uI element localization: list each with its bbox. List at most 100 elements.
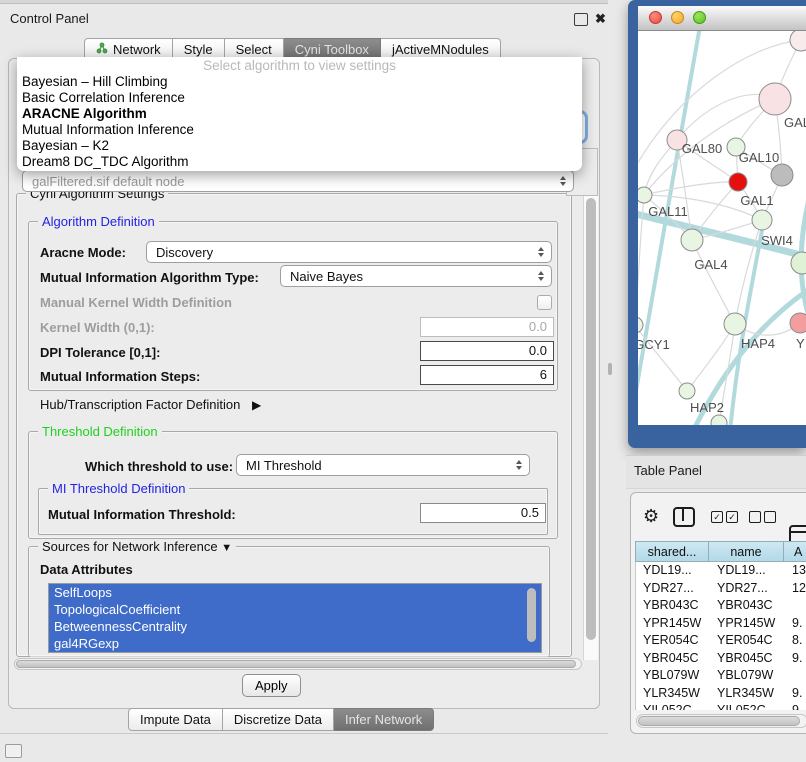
node-bottom[interactable] (711, 415, 727, 425)
table-row[interactable]: YPR145WYPR145W9. (636, 615, 806, 633)
column-header-partial[interactable]: A (784, 541, 806, 562)
node-gal1[interactable] (752, 210, 772, 230)
column-header-shared[interactable]: shared... (635, 541, 709, 562)
table-row[interactable]: YDR27...YDR27...12 (636, 580, 806, 598)
network-canvas[interactable]: GAL GAL80 GAL10 GAL1 GAL11 SWI4 GAL4 GCY… (638, 31, 806, 425)
settings-horizontal-scrollbar-thumb[interactable] (16, 660, 576, 668)
node-hap4[interactable] (724, 313, 746, 335)
deselect-all-checkboxes-icon[interactable] (749, 511, 776, 523)
mi-algorithm-type-combo[interactable]: Naive Bayes (280, 265, 552, 287)
tab-infer-network[interactable]: Infer Network (334, 708, 434, 731)
bottom-tabbar: Impute Data Discretize Data Infer Networ… (128, 708, 434, 731)
node-y-cut[interactable] (790, 313, 806, 333)
algorithm-dropdown-popup: Select algorithm to view settings Bayesi… (17, 57, 582, 171)
kernel-width-field[interactable]: 0.0 (420, 317, 554, 337)
column-header-name[interactable]: name (709, 541, 784, 562)
aracne-mode-combo[interactable]: Discovery (146, 241, 552, 263)
label-y-cut: Y (796, 336, 805, 351)
list-item-topologicalcoefficient[interactable]: TopologicalCoefficient (49, 601, 541, 618)
table-row[interactable]: YIL052CYIL052C9 (636, 702, 806, 710)
expander-arrow-icon: ▶ (252, 398, 261, 412)
network-graph: GAL GAL80 GAL10 GAL1 GAL11 SWI4 GAL4 GCY… (638, 31, 806, 425)
popup-item-aracne[interactable]: ARACNE Algorithm (17, 106, 582, 122)
table-horizontal-scrollbar[interactable] (636, 714, 806, 728)
popup-item-basic-correlation[interactable]: Basic Correlation Inference (17, 90, 582, 106)
popup-placeholder: Select algorithm to view settings (17, 57, 582, 74)
popup-item-mutual-information[interactable]: Mutual Information Inference (17, 122, 582, 138)
label-gal80: GAL80 (682, 141, 722, 156)
node-gal-cut[interactable] (759, 83, 791, 115)
table-horizontal-scrollbar-thumb[interactable] (638, 716, 800, 726)
label-hap4: HAP4 (741, 336, 775, 351)
settings-vertical-scrollbar-thumb[interactable] (586, 198, 596, 640)
popup-item-dream8[interactable]: Dream8 DC_TDC Algorithm (17, 154, 582, 170)
list-item-gal4rgexp[interactable]: gal4RGexp (49, 635, 541, 652)
float-panel-icon[interactable] (574, 13, 588, 26)
label-gal10: GAL10 (739, 150, 779, 165)
close-window-icon[interactable] (649, 11, 662, 24)
table-settings-gear-icon[interactable]: ⚙ (643, 507, 659, 525)
which-threshold-combo[interactable]: MI Threshold (236, 454, 530, 476)
table-row[interactable]: YBL079WYBL079W (636, 667, 806, 685)
node-table: shared... name A YDL19...YDL19...13 YDR2… (635, 541, 806, 710)
settings-vertical-scrollbar[interactable] (583, 196, 598, 660)
label-gal1: GAL1 (740, 193, 773, 208)
dock-grip-icon[interactable] (5, 744, 22, 758)
node-partial-top[interactable] (790, 31, 806, 51)
label-gal11: GAL11 (648, 204, 688, 219)
network-window-titlebar[interactable] (638, 6, 806, 31)
mi-threshold-field[interactable]: 0.5 (420, 503, 546, 523)
table-body[interactable]: YDL19...YDL19...13 YDR27...YDR27...12 YB… (635, 562, 806, 710)
node-gal11[interactable] (638, 187, 652, 203)
table-row[interactable]: YBR045CYBR045C9. (636, 650, 806, 668)
column-layout-icon[interactable] (673, 507, 695, 527)
label-hap2: HAP2 (690, 400, 724, 415)
minimize-window-icon[interactable] (671, 11, 684, 24)
label-gal4: GAL4 (694, 257, 727, 272)
tab-impute-data[interactable]: Impute Data (128, 708, 223, 731)
list-item-betweennesscentrality[interactable]: BetweennessCentrality (49, 618, 541, 635)
hub-definition-expander[interactable]: Hub/Transcription Factor Definition ▶ (40, 397, 261, 412)
data-attributes-label: Data Attributes (40, 562, 133, 577)
label-gal-cut: GAL (784, 115, 806, 130)
table-header-row: shared... name A (635, 541, 806, 562)
node-hap2[interactable] (679, 383, 695, 399)
apply-button[interactable]: Apply (242, 674, 301, 697)
window-top-edge (0, 0, 608, 4)
sources-group-title: Sources for Network Inference ▼ (38, 539, 236, 554)
label-swi4: SWI4 (761, 233, 793, 248)
mi-steps-field[interactable]: 6 (420, 365, 554, 385)
panel-splitter-handle[interactable] (608, 363, 612, 375)
collapse-arrow-icon[interactable]: ▼ (221, 542, 232, 554)
mi-algorithm-type-label: Mutual Information Algorithm Type: (40, 270, 259, 285)
close-panel-icon[interactable]: ✖ (595, 12, 606, 25)
which-threshold-label: Which threshold to use: (85, 459, 233, 474)
kernel-width-label: Kernel Width (0,1): (40, 320, 155, 335)
network-selector-combo[interactable]: galFiltered.sif default node (22, 170, 574, 192)
threshold-definition-title: Threshold Definition (38, 424, 162, 439)
table-row[interactable]: YER054CYER054C8. (636, 632, 806, 650)
table-row[interactable]: YLR345WYLR345W9. (636, 685, 806, 703)
dpi-tolerance-label: DPI Tolerance [0,1]: (40, 345, 160, 360)
list-scrollbar-thumb[interactable] (527, 588, 536, 642)
dpi-tolerance-field[interactable]: 0.0 (420, 341, 554, 361)
table-row[interactable]: YBR043CYBR043C (636, 597, 806, 615)
algorithm-definition-title: Algorithm Definition (38, 214, 159, 229)
list-item-selfloops[interactable]: SelfLoops (49, 584, 541, 601)
combo-arrows-icon (516, 460, 522, 470)
settings-horizontal-scrollbar[interactable] (14, 658, 582, 670)
aracne-mode-label: Aracne Mode: (40, 245, 126, 260)
node-gal4[interactable] (681, 229, 703, 251)
popup-item-bayesian-hill-climbing[interactable]: Bayesian – Hill Climbing (17, 74, 582, 90)
data-attributes-list[interactable]: SelfLoops TopologicalCoefficient Between… (48, 583, 542, 653)
node-red[interactable] (729, 173, 747, 191)
popup-item-bayesian-k2[interactable]: Bayesian – K2 (17, 138, 582, 154)
select-all-checkboxes-icon[interactable]: ✓✓ (711, 511, 738, 523)
node-gcy1[interactable] (638, 317, 643, 333)
node-gray[interactable] (771, 164, 793, 186)
table-row[interactable]: YDL19...YDL19...13 (636, 562, 806, 580)
tab-discretize-data[interactable]: Discretize Data (223, 708, 334, 731)
zoom-window-icon[interactable] (693, 11, 706, 24)
manual-kernel-width-checkbox[interactable] (537, 295, 552, 310)
mi-threshold-label: Mutual Information Threshold: (48, 507, 236, 522)
